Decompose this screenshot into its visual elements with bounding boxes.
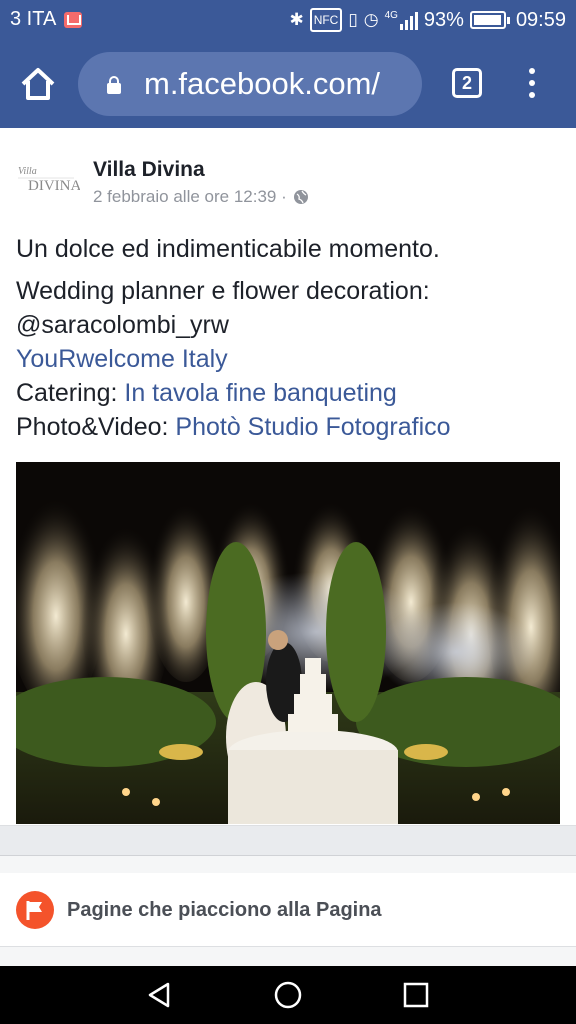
section-divider	[0, 825, 576, 855]
link-yourwelcome[interactable]: YouRwelcome Italy	[16, 345, 228, 373]
network-type: 4G	[384, 10, 398, 21]
post-photo[interactable]	[16, 462, 560, 824]
tab-switcher-button[interactable]: 2	[452, 68, 482, 98]
back-icon[interactable]	[144, 980, 174, 1010]
alarm-icon: ◷	[363, 10, 379, 29]
url-text: m.facebook.com/	[144, 66, 381, 101]
liked-pages-row[interactable]: Pagine che piacciono alla Pagina	[0, 873, 576, 947]
timestamp-text: 2 febbraio alle ore 12:39 ·	[93, 187, 287, 206]
catering-label: Catering:	[16, 379, 125, 407]
home-icon[interactable]	[18, 64, 58, 104]
battery-percentage: 93%	[423, 8, 464, 31]
vibrate-icon: ▯	[348, 10, 358, 29]
battery-icon	[469, 11, 510, 29]
home-circle-icon[interactable]	[273, 980, 303, 1010]
bluetooth-icon: ✱	[289, 10, 304, 29]
liked-pages-label: Pagine che piacciono alla Pagina	[67, 899, 382, 921]
section-divider	[0, 855, 576, 873]
nfc-icon: NFC	[309, 8, 343, 32]
lock-icon	[106, 76, 122, 94]
link-photo-studio[interactable]: Photò Studio Fotografico	[175, 413, 450, 441]
menu-icon[interactable]	[522, 64, 542, 104]
avatar[interactable]: Villa DIVINA	[14, 158, 81, 198]
globe-icon	[293, 189, 309, 205]
post-message: Un dolce ed indimenticabile momento. Wed…	[16, 232, 564, 444]
svg-text:Villa: Villa	[18, 166, 37, 177]
browser-toolbar: m.facebook.com/ 2	[0, 40, 576, 128]
android-navigation-bar	[0, 966, 576, 1024]
recents-icon[interactable]	[401, 980, 431, 1010]
post-line-2: Wedding planner e flower decoration:	[16, 277, 430, 305]
post-card: Villa DIVINA Villa Divina 2 febbraio all…	[0, 128, 576, 825]
svg-text:DIVINA: DIVINA	[28, 178, 80, 194]
page-name[interactable]: Villa Divina	[93, 158, 205, 182]
clock: 09:59	[515, 8, 566, 31]
mail-icon	[64, 11, 83, 28]
post-line-3: @saracolombi_yrw	[16, 311, 229, 339]
photo-label: Photo&Video:	[16, 413, 176, 441]
post-timestamp: 2 febbraio alle ore 12:39 ·	[93, 187, 309, 207]
address-bar[interactable]: m.facebook.com/	[78, 52, 422, 116]
carrier-label: 3 ITA	[10, 8, 57, 30]
link-catering[interactable]: In tavola fine banqueting	[124, 379, 396, 407]
post-line-1: Un dolce ed indimenticabile momento.	[16, 235, 440, 263]
flag-icon	[16, 891, 54, 929]
section-divider	[0, 947, 576, 966]
signal-icon: 4G	[385, 10, 418, 30]
status-bar: 3 ITA ✱ NFC ▯ ◷ 4G 93% 09:59	[0, 0, 576, 40]
